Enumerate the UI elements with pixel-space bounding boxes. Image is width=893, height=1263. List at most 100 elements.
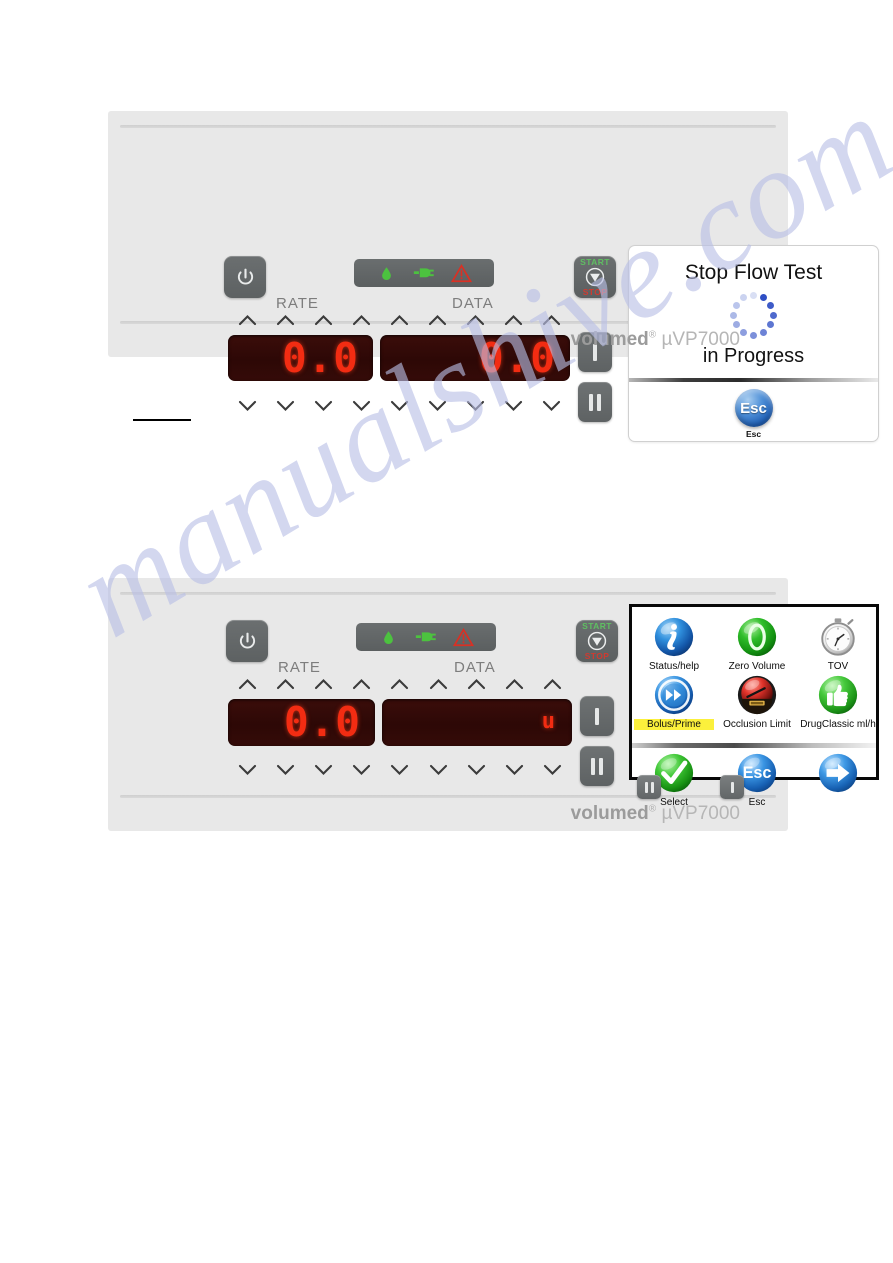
double-bar-glyph xyxy=(650,781,654,793)
up-arrow-button[interactable] xyxy=(266,312,304,328)
pause-key[interactable] xyxy=(580,746,614,786)
lcd-title: Stop Flow Test xyxy=(684,261,823,284)
down-arrow-button[interactable] xyxy=(266,761,304,777)
power-button[interactable] xyxy=(226,620,268,662)
softkey-next[interactable] xyxy=(798,749,878,797)
down-arrow-button[interactable] xyxy=(494,397,532,413)
up-arrow-button[interactable] xyxy=(304,312,342,328)
up-arrow-button[interactable] xyxy=(532,312,570,328)
down-arrow-button[interactable] xyxy=(456,397,494,413)
menu-item-zero-volume[interactable]: Zero Volume xyxy=(717,613,797,672)
down-arrow-button[interactable] xyxy=(228,397,266,413)
down-arrow-button[interactable] xyxy=(266,397,304,413)
section-underline xyxy=(133,419,191,421)
down-arrow-button[interactable] xyxy=(419,761,457,777)
rate-display-value: 0.0 xyxy=(281,335,359,381)
down-arrow-button[interactable] xyxy=(418,397,456,413)
data-label: DATA xyxy=(452,295,494,312)
brand-name: volumed xyxy=(570,329,649,350)
down-arrow-button[interactable] xyxy=(228,761,266,777)
softkey-select[interactable]: Select xyxy=(634,749,714,808)
menu-item-occlusion-limit[interactable]: Occlusion Limit xyxy=(717,671,797,730)
spinner-dot xyxy=(750,291,757,299)
down-arrow-button[interactable] xyxy=(342,397,380,413)
lcd-divider xyxy=(629,378,878,382)
menu-item-label: DrugClassic ml/h xyxy=(800,719,876,730)
down-arrow-button[interactable] xyxy=(496,761,534,777)
single-bar-glyph xyxy=(730,781,734,793)
brand-model: µVP7000 xyxy=(661,803,740,824)
data-display: u xyxy=(382,699,572,746)
infusion-pump-panel-1: RATE DATA 0.0 0.0 START STOP Stop Flow T… xyxy=(108,111,878,441)
down-arrow-button[interactable] xyxy=(457,761,495,777)
data-display-value: u xyxy=(541,708,556,734)
stop-triangle-icon xyxy=(587,631,607,651)
data-display-value: 0.0 xyxy=(478,335,556,381)
up-arrow-button[interactable] xyxy=(228,676,266,692)
spinner-dot xyxy=(767,301,775,309)
double-bar-glyph xyxy=(599,757,603,775)
up-arrow-button[interactable] xyxy=(494,312,532,328)
pause-key-hint[interactable] xyxy=(637,775,661,799)
start-stop-button[interactable]: START STOP xyxy=(574,256,616,298)
down-arrow-button[interactable] xyxy=(304,761,342,777)
start-stop-button[interactable]: START STOP xyxy=(576,620,618,662)
select-key[interactable] xyxy=(580,696,614,736)
up-arrow-button[interactable] xyxy=(380,312,418,328)
esc-button[interactable]: Esc xyxy=(734,389,773,427)
down-arrow-row xyxy=(228,397,570,413)
menu-item-tov[interactable]: TOV xyxy=(798,613,878,672)
status-led-bar xyxy=(356,623,496,651)
power-button[interactable] xyxy=(224,256,266,298)
menu-icon-grid: Status/help Zero Volume TOV Bolus/Prime … xyxy=(632,609,876,741)
down-arrow-button[interactable] xyxy=(380,397,418,413)
down-arrow-button[interactable] xyxy=(381,761,419,777)
up-arrow-button[interactable] xyxy=(343,676,381,692)
down-arrow-button[interactable] xyxy=(304,397,342,413)
stop-triangle-icon xyxy=(585,267,605,287)
up-arrow-button[interactable] xyxy=(418,312,456,328)
double-bar-glyph xyxy=(597,393,601,411)
up-arrow-button[interactable] xyxy=(266,676,304,692)
menu-item-drugclassic[interactable]: DrugClassic ml/h xyxy=(798,671,878,730)
up-arrow-row xyxy=(228,676,572,692)
stop-label: STOP xyxy=(584,651,610,661)
up-arrow-button[interactable] xyxy=(534,676,572,692)
up-arrow-button[interactable] xyxy=(457,676,495,692)
brand-logo: volumed® µVP7000 xyxy=(571,803,740,825)
pressure-gauge-icon xyxy=(717,671,797,719)
panel-bezel-top xyxy=(120,125,776,128)
softkey-esc[interactable]: Esc Esc xyxy=(717,749,797,808)
brand-name: volumed xyxy=(570,803,649,824)
up-arrow-button[interactable] xyxy=(342,312,380,328)
menu-item-label: Bolus/Prime xyxy=(634,719,714,730)
rate-display: 0.0 xyxy=(228,335,373,381)
brand-registered: ® xyxy=(648,329,657,341)
menu-item-status-help[interactable]: Status/help xyxy=(634,613,714,672)
thumbs-up-icon xyxy=(798,671,878,719)
double-bar-glyph xyxy=(591,757,595,775)
up-arrow-button[interactable] xyxy=(496,676,534,692)
alarm-triangle-icon xyxy=(446,262,476,284)
up-arrow-button[interactable] xyxy=(304,676,342,692)
spinner-dot xyxy=(732,321,740,329)
down-arrow-button[interactable] xyxy=(343,761,381,777)
menu-item-bolus-prime[interactable]: Bolus/Prime xyxy=(634,671,714,730)
status-led-bar xyxy=(354,259,494,287)
fast-forward-icon xyxy=(634,671,714,719)
esc-button-label: Esc xyxy=(740,399,767,417)
pause-key[interactable] xyxy=(578,382,612,422)
spinner-dot xyxy=(730,311,737,319)
down-arrow-button[interactable] xyxy=(532,397,570,413)
spinner-dot xyxy=(740,294,747,302)
double-bar-glyph xyxy=(589,393,593,411)
down-arrow-button[interactable] xyxy=(534,761,572,777)
up-arrow-button[interactable] xyxy=(419,676,457,692)
arrow-right-icon xyxy=(798,749,878,797)
up-arrow-button[interactable] xyxy=(456,312,494,328)
up-arrow-button[interactable] xyxy=(228,312,266,328)
up-arrow-button[interactable] xyxy=(381,676,419,692)
power-icon xyxy=(237,268,253,284)
select-key-hint[interactable] xyxy=(720,775,744,799)
spinner-dot xyxy=(759,328,767,336)
